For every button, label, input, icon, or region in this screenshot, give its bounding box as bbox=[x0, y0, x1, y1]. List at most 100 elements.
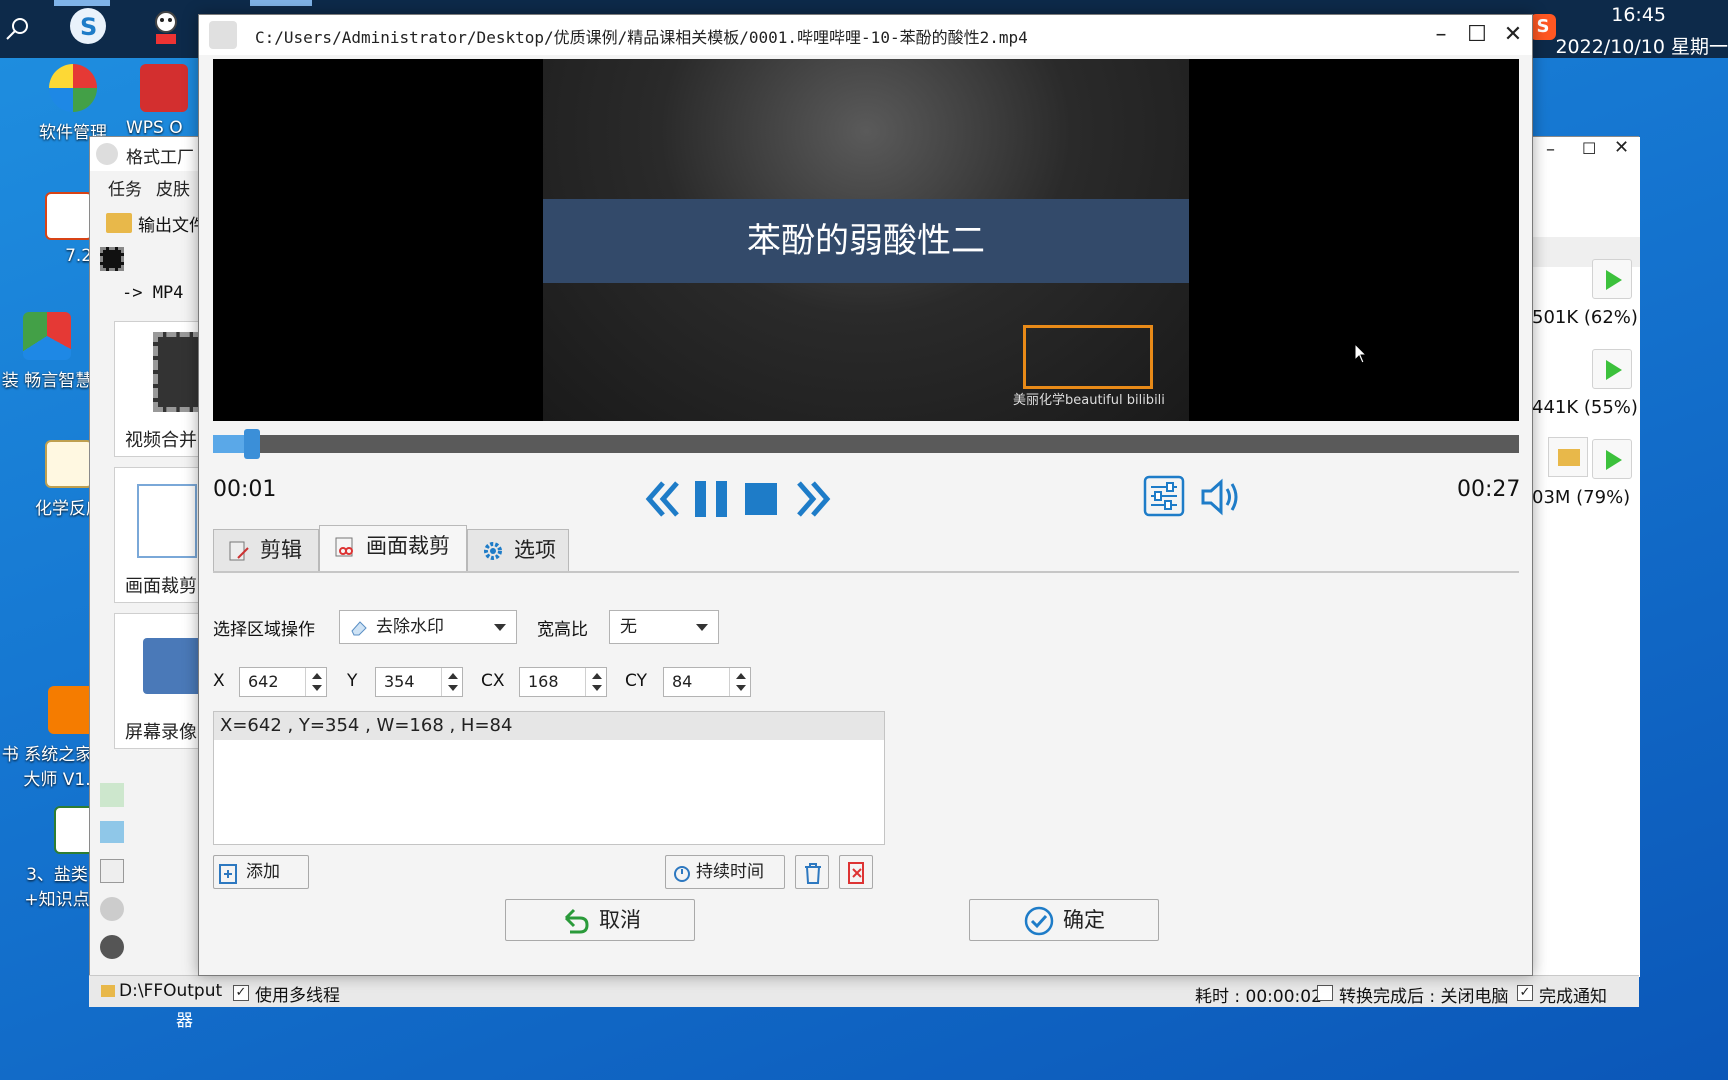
folder-icon bbox=[106, 213, 132, 233]
film-icon[interactable] bbox=[100, 247, 124, 271]
maximize-icon[interactable]: ☐ bbox=[1582, 139, 1596, 158]
x-spinbox[interactable]: 642 bbox=[239, 667, 327, 697]
menu-item-tasks[interactable]: 任务 bbox=[108, 175, 142, 200]
output-folder-label[interactable]: 输出文件 bbox=[138, 211, 206, 236]
tile-label: 视频合并 bbox=[125, 430, 197, 451]
minimize-icon[interactable]: – bbox=[1423, 21, 1459, 49]
spin-down-icon[interactable] bbox=[736, 685, 746, 691]
tab-label: 选项 bbox=[514, 538, 556, 562]
disc-icon[interactable] bbox=[100, 897, 124, 921]
cancel-button[interactable]: 取消 bbox=[505, 899, 695, 941]
taskbar-active-indicator bbox=[250, 0, 312, 6]
folder-icon bbox=[1558, 449, 1580, 466]
tab-divider bbox=[213, 571, 1519, 573]
y-spinbox[interactable]: 354 bbox=[375, 667, 463, 697]
cy-spinbox[interactable]: 84 bbox=[663, 667, 751, 697]
open-folder-button[interactable] bbox=[1548, 437, 1588, 477]
settings-sliders-icon[interactable] bbox=[1143, 475, 1185, 517]
video-frame: 苯酚的弱酸性二 美丽化学beautiful bilibili bbox=[543, 59, 1189, 421]
desktop-icon-label: WPS O bbox=[126, 118, 183, 138]
region-op-select[interactable]: 去除水印 bbox=[339, 610, 517, 644]
add-icon bbox=[219, 864, 237, 884]
task-list-panel: – ☐ ✕ 501K (62%) 441K (55%) 03M (79%) bbox=[1532, 137, 1640, 977]
desktop-icon-wps[interactable]: WPS O bbox=[126, 64, 196, 138]
format-factory-taskbar-icon[interactable] bbox=[148, 8, 184, 46]
ok-button[interactable]: 确定 bbox=[969, 899, 1159, 941]
region-list[interactable]: X=642 , Y=354 , W=168 , H=84 bbox=[213, 711, 885, 845]
seek-bar[interactable] bbox=[213, 429, 1519, 459]
document-icon[interactable] bbox=[100, 859, 124, 883]
duration-button[interactable]: 持续时间 bbox=[665, 855, 785, 889]
task-progress: 441K (55%) bbox=[1532, 397, 1638, 418]
spin-up-icon[interactable] bbox=[592, 673, 602, 679]
maximize-icon[interactable]: ☐ bbox=[1459, 21, 1495, 49]
tab-trim[interactable]: 剪辑 bbox=[213, 529, 319, 571]
clock-time[interactable]: 16:45 bbox=[1611, 4, 1666, 26]
desktop-icon-label: 书 系统之家 bbox=[1, 745, 93, 765]
trash-icon bbox=[805, 863, 821, 884]
aspect-value: 无 bbox=[620, 617, 637, 637]
crop-scissors-icon bbox=[137, 484, 197, 558]
spin-down-icon[interactable] bbox=[312, 685, 322, 691]
search-icon[interactable] bbox=[4, 16, 30, 42]
shutdown-after-checkbox[interactable] bbox=[1317, 983, 1333, 1003]
notify-checkbox[interactable]: ✓ bbox=[1517, 983, 1533, 1003]
desktop-icon-changyan[interactable]: 装 畅言智慧 bbox=[0, 312, 102, 391]
crop-selection-rect[interactable] bbox=[1023, 325, 1153, 389]
mp4-label[interactable]: -> MP4 bbox=[122, 283, 183, 303]
chevron-down-icon bbox=[696, 624, 708, 631]
sogou-browser-icon[interactable]: S bbox=[70, 8, 106, 44]
multithread-checkbox[interactable]: ✓ bbox=[233, 983, 249, 1003]
seek-handle[interactable] bbox=[244, 429, 260, 459]
desktop-icon-label-fragment: 器 bbox=[176, 1011, 193, 1031]
close-icon[interactable]: ✕ bbox=[1614, 137, 1629, 158]
fast-forward-icon[interactable] bbox=[793, 479, 833, 519]
desktop-icon-software-manager[interactable]: 软件管理 bbox=[18, 64, 128, 143]
cx-spinbox[interactable]: 168 bbox=[519, 667, 607, 697]
play-button[interactable] bbox=[1592, 349, 1632, 389]
tab-options[interactable]: 选项 bbox=[467, 529, 569, 571]
spin-up-icon[interactable] bbox=[736, 673, 746, 679]
cy-value: 84 bbox=[672, 672, 693, 691]
menu-item-skin[interactable]: 皮肤 bbox=[156, 175, 190, 200]
audio-icon[interactable] bbox=[100, 783, 124, 807]
app-icon bbox=[209, 21, 237, 49]
spin-up-icon[interactable] bbox=[448, 673, 458, 679]
multithread-label: 使用多线程 bbox=[255, 986, 340, 1006]
stop-icon[interactable] bbox=[745, 483, 777, 515]
rewind-icon[interactable] bbox=[643, 479, 683, 519]
spin-down-icon[interactable] bbox=[592, 685, 602, 691]
volume-icon[interactable] bbox=[1199, 477, 1243, 517]
delete-button[interactable] bbox=[795, 855, 829, 889]
output-path[interactable]: D:\FFOutput bbox=[119, 981, 222, 1001]
add-button[interactable]: 添加 bbox=[213, 855, 309, 889]
film-reel-icon[interactable] bbox=[100, 935, 124, 959]
clock-date[interactable]: 2022/10/10 星期一 bbox=[1555, 32, 1728, 59]
video-preview[interactable]: 苯酚的弱酸性二 美丽化学beautiful bilibili bbox=[213, 59, 1519, 421]
dialog-title: C:/Users/Administrator/Desktop/优质课例/精品课相… bbox=[255, 28, 1028, 47]
tab-crop[interactable]: 画面裁剪 bbox=[319, 525, 467, 571]
play-button[interactable] bbox=[1592, 259, 1632, 299]
aspect-select[interactable]: 无 bbox=[609, 610, 719, 644]
sogou-input-icon[interactable]: S bbox=[1530, 14, 1556, 40]
spin-up-icon[interactable] bbox=[312, 673, 322, 679]
list-item[interactable]: X=642 , Y=354 , W=168 , H=84 bbox=[214, 712, 884, 740]
desktop-icon-xitongzhijia[interactable]: 书 系统之家 大师 V1. bbox=[0, 686, 102, 790]
close-icon[interactable]: ✕ bbox=[1495, 21, 1531, 49]
check-circle-icon bbox=[1024, 906, 1054, 936]
delete-all-icon bbox=[848, 862, 864, 884]
x-value: 642 bbox=[248, 672, 279, 691]
tile-label: 画面裁剪 bbox=[125, 576, 197, 597]
pause-icon[interactable] bbox=[695, 481, 727, 517]
spin-down-icon[interactable] bbox=[448, 685, 458, 691]
dialog-titlebar: C:/Users/Administrator/Desktop/优质课例/精品课相… bbox=[199, 15, 1532, 55]
play-button[interactable] bbox=[1592, 439, 1632, 479]
y-value: 354 bbox=[384, 672, 415, 691]
image-icon[interactable] bbox=[100, 821, 124, 843]
video-caption-band: 苯酚的弱酸性二 bbox=[543, 199, 1189, 283]
folder-icon bbox=[101, 985, 115, 997]
clear-all-button[interactable] bbox=[839, 855, 873, 889]
software-manager-icon bbox=[49, 64, 97, 112]
region-op-label: 选择区域操作 bbox=[213, 620, 315, 640]
minimize-icon[interactable]: – bbox=[1546, 139, 1555, 160]
